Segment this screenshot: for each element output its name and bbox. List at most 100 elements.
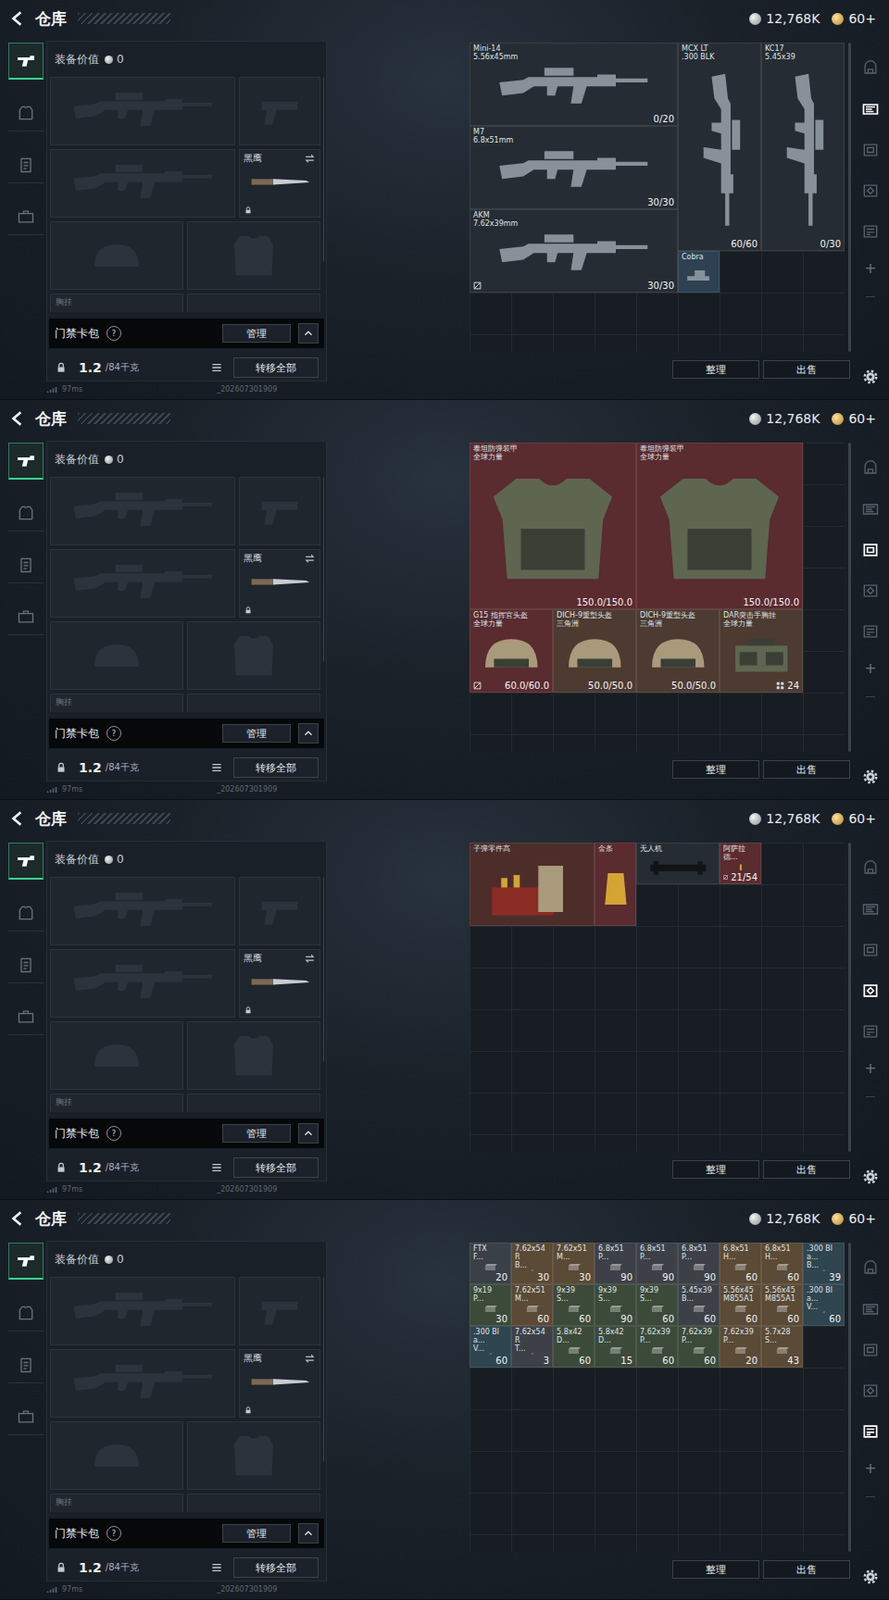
storage-item[interactable]: Mini-145.56x45mm0/20 — [469, 42, 678, 126]
storage-item[interactable]: 5.45x39B...60 — [677, 1284, 720, 1327]
helmet-slot[interactable] — [50, 1421, 184, 1491]
storage-item[interactable]: 无人机 — [636, 842, 720, 885]
secondary-weapon-slot[interactable] — [50, 549, 236, 618]
storage-tab[interactable] — [857, 1329, 884, 1371]
storage-item[interactable]: 7.62x39P...60 — [677, 1326, 720, 1368]
side-tab[interactable] — [8, 842, 44, 880]
primary-weapon-slot[interactable] — [50, 476, 236, 546]
storage-tab[interactable] — [857, 48, 884, 89]
add-tab-button[interactable]: + — [863, 1461, 877, 1477]
storage-tab[interactable] — [857, 1289, 884, 1330]
storage-item[interactable]: 6.8x51H...60 — [761, 1242, 803, 1285]
storage-tab[interactable] — [857, 570, 884, 612]
storage-scrollbar[interactable] — [848, 42, 852, 352]
gear-icon[interactable] — [861, 767, 880, 787]
list-icon[interactable] — [209, 1160, 225, 1176]
storage-tab[interactable] — [857, 970, 884, 1012]
side-tab[interactable] — [8, 946, 44, 984]
sell-button[interactable]: 出售 — [763, 1160, 851, 1179]
storage-item[interactable]: 9x39S...60 — [552, 1284, 595, 1327]
storage-tab[interactable] — [857, 448, 884, 489]
storage-item[interactable]: M76.8x51mm30/30 — [469, 125, 678, 210]
scrollbar[interactable] — [323, 76, 325, 263]
storage-item[interactable]: 9x39S...60 — [636, 1284, 678, 1327]
melee-slot[interactable]: 黑鹰 — [238, 949, 321, 1018]
storage-scrollbar[interactable] — [848, 442, 852, 752]
storage-tab[interactable] — [857, 1248, 884, 1290]
storage-item[interactable]: MCX LT.300 BLK60/60 — [677, 42, 762, 251]
help-badge[interactable]: ? — [106, 325, 122, 341]
storage-item[interactable]: 7.62x39P...20 — [719, 1326, 762, 1368]
storage-tab[interactable] — [857, 170, 884, 212]
storage-item[interactable]: 5.56x45M855A160 — [719, 1284, 762, 1327]
back-arrow-icon[interactable] — [9, 1210, 26, 1228]
storage-item[interactable]: 9x19P...30 — [469, 1284, 512, 1327]
side-tab[interactable] — [8, 894, 44, 932]
storage-tab[interactable] — [857, 211, 884, 252]
swap-icon[interactable] — [303, 952, 316, 965]
add-tab-button[interactable]: + — [863, 1061, 877, 1077]
side-tab[interactable] — [8, 546, 44, 584]
manage-button[interactable]: 管理 — [222, 1524, 291, 1543]
side-tab[interactable] — [8, 598, 44, 636]
gold-amount[interactable]: 60+ — [848, 411, 877, 426]
scrollbar[interactable] — [323, 1277, 325, 1463]
backpack-slot[interactable] — [187, 1493, 321, 1513]
expand-button[interactable] — [298, 323, 319, 344]
expand-button[interactable] — [298, 1123, 319, 1144]
secondary-weapon-slot[interactable] — [50, 149, 236, 218]
swap-icon[interactable] — [303, 1352, 316, 1365]
storage-item[interactable]: 7.62x54RB...30 — [511, 1242, 553, 1285]
sort-button[interactable]: 整理 — [672, 760, 760, 779]
expand-button[interactable] — [298, 1523, 319, 1544]
armor-slot[interactable] — [187, 221, 321, 290]
storage-tab[interactable] — [857, 1011, 884, 1052]
sell-button[interactable]: 出售 — [763, 760, 851, 779]
primary-weapon-slot[interactable] — [50, 876, 236, 946]
storage-item[interactable]: AKM7.62x39mm30/30 — [469, 209, 678, 293]
manage-button[interactable]: 管理 — [222, 1124, 291, 1143]
gear-icon[interactable] — [861, 1567, 880, 1587]
storage-item[interactable]: 7.62x51M...60 — [511, 1284, 553, 1327]
side-tab[interactable] — [8, 998, 44, 1036]
expand-button[interactable] — [298, 723, 319, 744]
storage-item[interactable]: 泰坦防弹装甲全球力量150.0/150.0 — [636, 442, 803, 610]
backpack-slot[interactable] — [187, 293, 321, 313]
back-arrow-icon[interactable] — [9, 810, 26, 827]
storage-item[interactable]: DICH-9重型头盔三角洲50.0/50.0 — [552, 609, 637, 693]
storage-item[interactable]: 6.8x51H...60 — [719, 1242, 762, 1285]
pistol-slot[interactable] — [238, 476, 321, 546]
rig-slot[interactable]: 胸挂 — [50, 293, 184, 313]
side-tab[interactable] — [8, 1398, 44, 1436]
rig-slot[interactable]: 胸挂 — [50, 693, 184, 713]
helmet-slot[interactable] — [50, 221, 184, 290]
side-tab[interactable] — [8, 94, 44, 132]
transfer-all-button[interactable]: 转移全部 — [233, 757, 319, 778]
side-tab[interactable] — [8, 146, 44, 184]
storage-scrollbar[interactable] — [848, 1242, 852, 1553]
backpack-slot[interactable] — [187, 693, 321, 713]
melee-slot[interactable]: 黑鹰 — [238, 1349, 321, 1418]
storage-item[interactable]: 子弹零件高 — [469, 842, 595, 927]
storage-item[interactable]: 5.7x28S...43 — [761, 1326, 803, 1368]
storage-item[interactable]: 6.8x51P...90 — [636, 1242, 678, 1285]
melee-slot[interactable]: 黑鹰 — [238, 149, 321, 218]
gear-icon[interactable] — [861, 367, 880, 387]
side-tab[interactable] — [8, 1242, 44, 1280]
add-tab-button[interactable]: + — [863, 661, 877, 677]
storage-item[interactable]: 5.56x45M855A160 — [761, 1284, 803, 1327]
storage-item[interactable]: .300 Bla...V...60 — [802, 1284, 845, 1327]
side-tab[interactable] — [8, 1294, 44, 1332]
sort-button[interactable]: 整理 — [672, 1160, 760, 1179]
side-tab[interactable] — [8, 42, 44, 80]
side-tab[interactable] — [8, 442, 44, 480]
back-arrow-icon[interactable] — [9, 10, 26, 27]
gold-amount[interactable]: 60+ — [848, 811, 877, 827]
sell-button[interactable]: 出售 — [763, 360, 851, 379]
storage-item[interactable]: G15 指挥官头盔全球力量60.0/60.0 — [469, 609, 553, 693]
help-badge[interactable]: ? — [106, 1126, 122, 1141]
help-badge[interactable]: ? — [106, 726, 122, 741]
help-badge[interactable]: ? — [106, 1526, 122, 1541]
storage-item[interactable]: 7.62x51M...30 — [552, 1242, 595, 1285]
transfer-all-button[interactable]: 转移全部 — [233, 1157, 319, 1178]
